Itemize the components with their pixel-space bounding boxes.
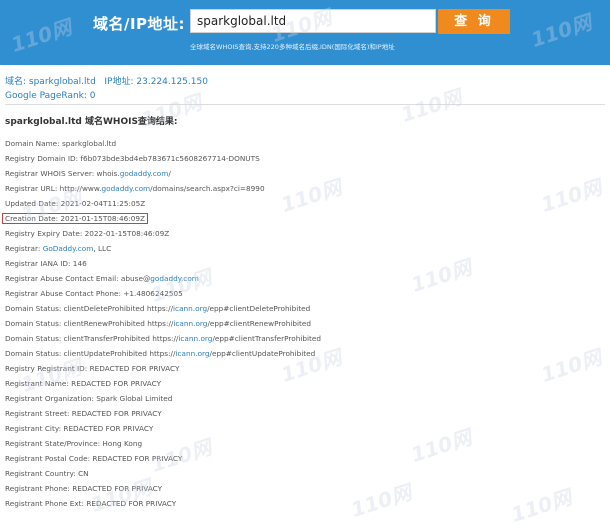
whois-line: Updated Date: 2021-02-04T11:25:05Z bbox=[5, 199, 146, 208]
watermark: 110网 bbox=[348, 479, 415, 522]
whois-line-creation-date: Creation Date: 2021-01-15T08:46:09Z bbox=[2, 211, 321, 226]
whois-line: Registrant State/Province: Hong Kong bbox=[5, 439, 143, 448]
search-header: 域名/IP地址: sparkglobal.ltd 查 询 全球域名WHOIS查询… bbox=[0, 0, 610, 65]
result-title: sparkglobal.ltd 域名WHOIS查询结果: bbox=[5, 117, 178, 127]
whois-line: Registrant Postal Code: REDACTED FOR PRI… bbox=[5, 454, 183, 463]
domain-key: 域名: bbox=[5, 77, 29, 87]
domain-summary: 域名: sparkglobal.ltd IP地址: 23.224.125.150… bbox=[5, 75, 208, 103]
divider bbox=[5, 104, 605, 105]
domain-value-link[interactable]: sparkglobal.ltd bbox=[29, 77, 96, 87]
whois-text: Registrar: bbox=[5, 244, 43, 253]
godaddy-link[interactable]: GoDaddy.com bbox=[43, 244, 94, 253]
whois-line: Domain Status: clientDeleteProhibited ht… bbox=[5, 301, 321, 316]
icann-link[interactable]: icann.org bbox=[178, 334, 212, 343]
whois-line: Registrar WHOIS Server: whois.godaddy.co… bbox=[5, 166, 321, 181]
watermark: 110网 bbox=[538, 344, 605, 387]
whois-line: Registry Expiry Date: 2022-01-15T08:46:0… bbox=[5, 229, 170, 238]
godaddy-link[interactable]: godaddy.com bbox=[150, 274, 199, 283]
whois-text: Registrar Abuse Contact Email: abuse@ bbox=[5, 274, 151, 283]
whois-text: Domain Status: clientTransferProhibited … bbox=[5, 334, 179, 343]
whois-line: Domain Status: clientRenewProhibited htt… bbox=[5, 316, 321, 331]
watermark: 110网 bbox=[408, 254, 475, 297]
header-subtitle: 全球域名WHOIS查询,支持220多种域名后缀,IDN(国际化域名)和IP地址 bbox=[190, 43, 395, 51]
whois-line: Registrant Organization: Spark Global Li… bbox=[5, 394, 173, 403]
ip-value-link[interactable]: 23.224.125.150 bbox=[136, 77, 208, 87]
whois-text: /epp#clientUpdateProhibited bbox=[209, 349, 316, 358]
whois-text: Registrar URL: http://www. bbox=[5, 184, 102, 193]
whois-line: Registrant Phone: REDACTED FOR PRIVACY bbox=[5, 484, 163, 493]
whois-line: Registrar IANA ID: 146 bbox=[5, 259, 87, 268]
icann-link[interactable]: icann.org bbox=[173, 304, 207, 313]
whois-line: Registry Registrant ID: REDACTED FOR PRI… bbox=[5, 364, 180, 373]
whois-text: Domain Status: clientRenewProhibited htt… bbox=[5, 319, 174, 328]
whois-text: /epp#clientTransferProhibited bbox=[212, 334, 322, 343]
whois-text: /epp#clientRenewProhibited bbox=[207, 319, 311, 328]
domain-search-input[interactable]: sparkglobal.ltd bbox=[190, 9, 436, 33]
whois-text: Domain Status: clientDeleteProhibited ht… bbox=[5, 304, 174, 313]
whois-line: Registrant Country: CN bbox=[5, 469, 89, 478]
whois-text: /domains/search.aspx?ci=8990 bbox=[150, 184, 265, 193]
whois-line: Registrant City: REDACTED FOR PRIVACY bbox=[5, 424, 154, 433]
ip-key: IP地址: bbox=[104, 77, 137, 87]
domain-ip-label: 域名/IP地址: bbox=[93, 15, 186, 33]
godaddy-link[interactable]: godaddy.com bbox=[102, 184, 151, 193]
icann-link[interactable]: icann.org bbox=[175, 349, 209, 358]
whois-line: Domain Status: clientTransferProhibited … bbox=[5, 331, 321, 346]
whois-line: Registry Domain ID: f6b073bde3bd4eb78367… bbox=[5, 154, 260, 163]
whois-line: Registrant Street: REDACTED FOR PRIVACY bbox=[5, 409, 162, 418]
whois-text: Domain Status: clientUpdateProhibited ht… bbox=[5, 349, 176, 358]
whois-line: Registrant Phone Ext: REDACTED FOR PRIVA… bbox=[5, 499, 177, 508]
watermark: 110网 bbox=[408, 424, 475, 467]
pagerank-text: Google PageRank: 0 bbox=[5, 91, 96, 101]
creation-date-highlight: Creation Date: 2021-01-15T08:46:09Z bbox=[2, 213, 149, 224]
whois-line: Registrant Name: REDACTED FOR PRIVACY bbox=[5, 379, 162, 388]
whois-list: Domain Name: sparkglobal.ltd Registry Do… bbox=[2, 136, 321, 511]
whois-text: / bbox=[168, 169, 171, 178]
whois-line: Registrar URL: http://www.godaddy.com/do… bbox=[5, 181, 321, 196]
query-button[interactable]: 查 询 bbox=[438, 9, 510, 34]
whois-line: Registrar Abuse Contact Email: abuse@god… bbox=[5, 271, 321, 286]
watermark: 110网 bbox=[538, 174, 605, 217]
watermark: 110网 bbox=[508, 484, 575, 527]
whois-text: , LLC bbox=[93, 244, 112, 253]
whois-text: /epp#clientDeleteProhibited bbox=[207, 304, 311, 313]
godaddy-link[interactable]: godaddy.com bbox=[120, 169, 169, 178]
whois-line: Domain Status: clientUpdateProhibited ht… bbox=[5, 346, 321, 361]
whois-line: Registrar Abuse Contact Phone: +1.480624… bbox=[5, 289, 183, 298]
whois-line: Domain Name: sparkglobal.ltd bbox=[5, 139, 117, 148]
whois-text: Registrar WHOIS Server: whois. bbox=[5, 169, 120, 178]
icann-link[interactable]: icann.org bbox=[173, 319, 207, 328]
whois-line: Registrar: GoDaddy.com, LLC bbox=[5, 241, 321, 256]
